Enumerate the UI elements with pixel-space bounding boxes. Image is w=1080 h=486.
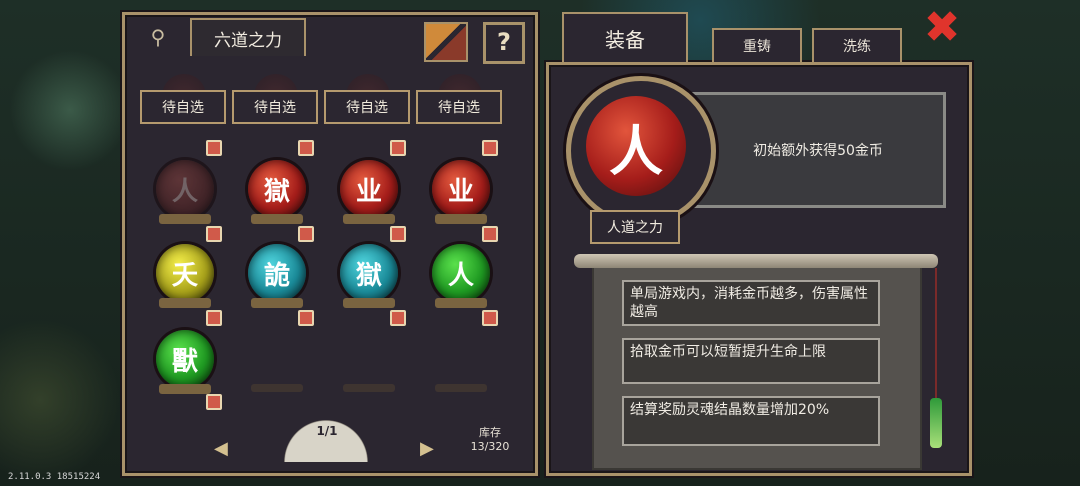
orb-stand bbox=[435, 214, 487, 224]
orb-badge bbox=[206, 226, 222, 242]
power-orb[interactable]: 獄 bbox=[248, 160, 306, 218]
slot-badge bbox=[482, 140, 498, 156]
orb-badge bbox=[390, 226, 406, 242]
prev-page-button[interactable]: ◀ bbox=[214, 438, 228, 459]
stock-label: 库存 bbox=[479, 426, 501, 439]
empty-stand bbox=[343, 384, 395, 392]
page-indicator: 1/1 bbox=[316, 424, 338, 438]
panel-title: 六道之力 bbox=[190, 18, 306, 56]
orb-stand bbox=[435, 298, 487, 308]
power-orb[interactable]: 獄 bbox=[340, 244, 398, 302]
orb-badge bbox=[298, 310, 314, 326]
puzzle-icon[interactable] bbox=[424, 22, 468, 62]
orb-badge bbox=[206, 310, 222, 326]
stock-count: 13/320 bbox=[470, 440, 510, 453]
power-orb[interactable]: 人 bbox=[432, 244, 490, 302]
close-icon[interactable]: ✖ bbox=[918, 4, 966, 52]
next-page-button[interactable]: ▶ bbox=[420, 438, 434, 459]
version-label: 2.11.0.3 18515224 bbox=[8, 472, 101, 482]
equip-slot-3[interactable]: 待自选 bbox=[324, 90, 410, 124]
help-button[interactable]: ? bbox=[483, 22, 525, 64]
power-orb[interactable]: 獸 bbox=[156, 330, 214, 388]
effect-text: 初始额外获得50金币 bbox=[690, 92, 946, 208]
equip-slot-1[interactable]: 待自选 bbox=[140, 90, 226, 124]
tab-reforge[interactable]: 重铸 bbox=[712, 28, 802, 62]
orb-badge bbox=[298, 226, 314, 242]
power-orb[interactable]: 詭 bbox=[248, 244, 306, 302]
jade-tassel-icon bbox=[930, 398, 942, 448]
slot-badge bbox=[390, 140, 406, 156]
orb-badge bbox=[206, 394, 222, 410]
tab-equip[interactable]: 装备 bbox=[562, 12, 688, 62]
description-item: 拾取金币可以短暂提升生命上限 bbox=[622, 338, 880, 384]
empty-stand bbox=[251, 384, 303, 392]
orb-stand bbox=[159, 298, 211, 308]
power-orb[interactable]: 业 bbox=[340, 160, 398, 218]
orb-stand bbox=[251, 298, 303, 308]
empty-stand bbox=[435, 384, 487, 392]
equip-slot-4[interactable]: 待自选 bbox=[416, 90, 502, 124]
power-orb[interactable]: 夭 bbox=[156, 244, 214, 302]
power-orb[interactable]: 业 bbox=[432, 160, 490, 218]
slot-badge bbox=[206, 140, 222, 156]
orb-stand bbox=[251, 214, 303, 224]
selected-orb: 人 bbox=[586, 96, 686, 196]
orb-stand bbox=[159, 214, 211, 224]
tassel-string bbox=[935, 268, 937, 400]
orb-stand bbox=[343, 298, 395, 308]
orb-stand bbox=[159, 384, 211, 394]
lamp-icon: ⚲ bbox=[150, 25, 166, 49]
slot-badge bbox=[298, 140, 314, 156]
scroll-rod bbox=[574, 254, 938, 268]
equip-slot-2[interactable]: 待自选 bbox=[232, 90, 318, 124]
orb-stand bbox=[343, 214, 395, 224]
description-item: 单局游戏内，消耗金币越多，伤害属性越高 bbox=[622, 280, 880, 326]
orb-badge bbox=[390, 310, 406, 326]
description-item: 结算奖励灵魂结晶数量增加20% bbox=[622, 396, 880, 446]
selected-orb-name: 人道之力 bbox=[590, 210, 680, 244]
orb-badge bbox=[482, 310, 498, 326]
power-orb[interactable]: 人 bbox=[156, 160, 214, 218]
tab-refine[interactable]: 洗练 bbox=[812, 28, 902, 62]
orb-badge bbox=[482, 226, 498, 242]
